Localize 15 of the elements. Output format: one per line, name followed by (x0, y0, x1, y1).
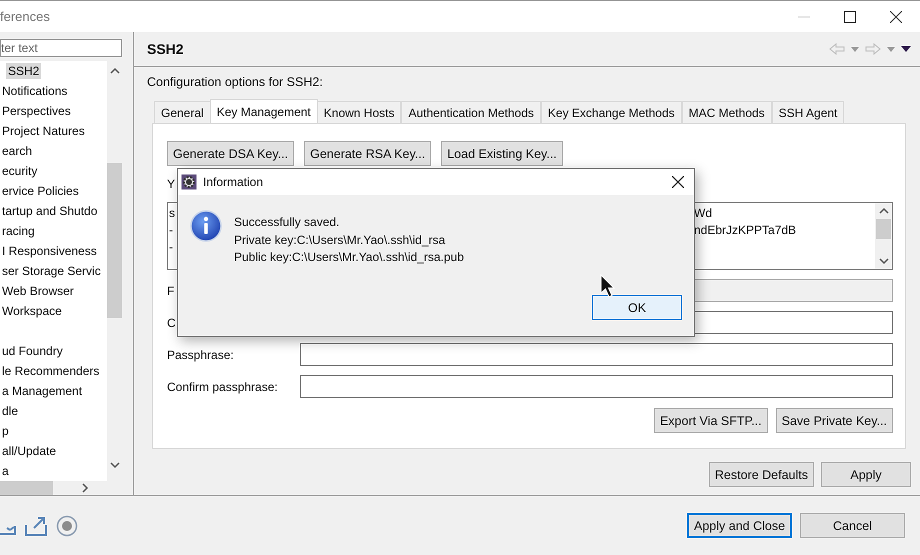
key-text: s (169, 206, 175, 222)
field-label: Passphrase: (167, 348, 235, 362)
field-label: F (167, 284, 176, 298)
key-text: - (169, 223, 173, 239)
dialog-message: Successfully saved. Private key:C:\Users\Mr.Yao\.ssh\id_rsa Public key:C:\Users\Mr.Yao\.ssh\id_rsa.pub (234, 214, 464, 266)
key-label: Y (167, 177, 176, 191)
field-label: Confirm passphrase: (167, 380, 279, 394)
key-text: Wd (694, 206, 712, 222)
field-label: C (167, 316, 177, 330)
page-title: SSH2 (147, 41, 184, 57)
key-text: - (169, 240, 173, 256)
key-text: ndEbrJzKPPTa7dB (694, 223, 796, 239)
dialog-title: Information (203, 175, 264, 189)
window-title: ferences (0, 9, 50, 24)
page-description: Configuration options for SSH2: (147, 75, 324, 91)
